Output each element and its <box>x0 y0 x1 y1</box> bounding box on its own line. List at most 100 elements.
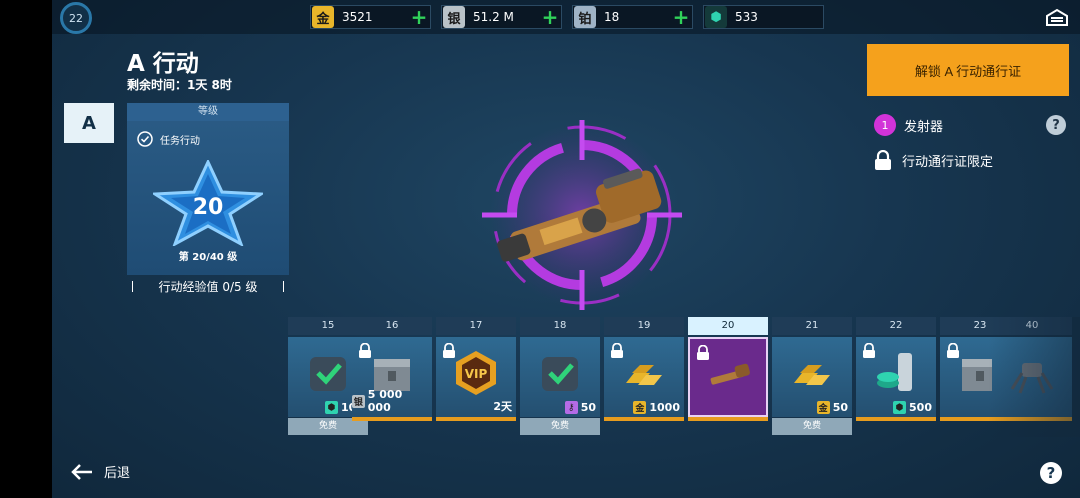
reward-slot-20[interactable]: 20 <box>688 317 768 437</box>
lock-icon <box>611 343 623 358</box>
slot-level-number: 18 <box>520 317 600 335</box>
reward-slot-21[interactable]: 21 金 50 免费 <box>772 317 852 437</box>
slot-premium-bar <box>436 417 516 421</box>
pass-exclusive-label: 行动通行证限定 <box>902 154 994 170</box>
slot-reward-card[interactable]: ⬢ 500 <box>856 337 936 417</box>
currency-gold[interactable]: 金 3521 + <box>310 5 431 29</box>
slot-premium-bar <box>604 417 684 421</box>
add-silver-button[interactable]: + <box>539 6 561 28</box>
pass-exclusive-row: 行动通行证限定 <box>874 150 993 170</box>
reward-track: 15⬢100免费16银5 000 00017VIP2天18⚷50免费19金100… <box>288 317 1080 437</box>
slot-premium-bar <box>856 417 936 421</box>
spider-robot-icon <box>1008 349 1056 397</box>
battle-pass-screen: 22 金 3521 + 银 51.2 M + 铂 18 + ⬢ 533 A 行动… <box>52 0 1080 498</box>
slot-reward-card[interactable] <box>992 337 1072 417</box>
currency-platinum[interactable]: 铂 18 + <box>572 5 693 29</box>
reward-slot-22[interactable]: 22 ⬢ 500 <box>856 317 936 437</box>
platinum-value: 18 <box>604 10 620 24</box>
reward-help-icon[interactable]: ? <box>1046 115 1066 135</box>
level-card: 等级 任务行动 20 第 20/40 级 <box>127 103 289 275</box>
slot-level-number: 40 <box>992 317 1072 335</box>
slot-level-number: 22 <box>856 317 936 335</box>
top-bar: 22 金 3521 + 银 51.2 M + 铂 18 + ⬢ 533 <box>52 0 1080 34</box>
gold-icon: 金 <box>633 401 647 414</box>
mission-label: 任务行动 <box>160 135 200 147</box>
garage-button[interactable] <box>1042 6 1072 28</box>
token-check-icon <box>536 349 584 397</box>
left-system-bar <box>0 0 52 498</box>
vip-icon: VIP <box>452 349 500 397</box>
level-number: 20 <box>192 195 224 220</box>
launcher-weapon-image <box>482 120 682 310</box>
reward-slot-17[interactable]: 17 VIP 2天 <box>436 317 516 437</box>
key-icon: ⬢ <box>893 401 907 414</box>
slot-level-number: 19 <box>604 317 684 335</box>
slot-premium-bar <box>992 417 1072 421</box>
slot-quantity: 金 1000 <box>633 401 680 414</box>
remaining-time: 剩余时间：1天 8时 <box>127 78 232 92</box>
featured-reward-preview <box>452 120 712 310</box>
slot-reward-card[interactable]: 银5 000 000 <box>352 337 432 417</box>
add-gold-button[interactable]: + <box>408 6 430 28</box>
silver-value: 51.2 M <box>473 10 514 24</box>
svg-text:VIP: VIP <box>465 367 488 381</box>
gold-icon: 金 <box>312 6 334 28</box>
back-button[interactable]: 后退 <box>70 462 130 481</box>
key-icon: ⬢ <box>325 401 339 414</box>
silver-icon: 银 <box>352 394 365 408</box>
gold-icon: 金 <box>816 401 830 414</box>
back-label: 后退 <box>104 466 131 481</box>
lock-icon <box>697 345 709 360</box>
slot-reward-card[interactable]: 金 1000 <box>604 337 684 417</box>
reward-count-badge: 1 <box>874 114 896 136</box>
lock-icon <box>863 343 875 358</box>
slot-quantity-value: 2天 <box>493 400 512 413</box>
lock-icon <box>875 150 891 170</box>
launcher-icon <box>706 351 754 399</box>
slot-reward-card[interactable]: ⚷ 50 <box>520 337 600 417</box>
check-circle-icon <box>137 131 153 147</box>
currency-silver[interactable]: 银 51.2 M + <box>441 5 562 29</box>
mission-row: 任务行动 <box>137 131 200 147</box>
slot-level-number: 21 <box>772 317 852 335</box>
slot-quantity-value: 5 000 000 <box>367 388 403 414</box>
reward-slot-19[interactable]: 19 金 1000 <box>604 317 684 437</box>
reward-slot-18[interactable]: 18 ⚷ 50 免费 <box>520 317 600 437</box>
page-title: A 行动 <box>127 51 199 77</box>
slot-quantity-value: 1000 <box>649 401 680 414</box>
slot-quantity: 金 50 <box>816 401 848 414</box>
slot-premium-bar <box>352 417 432 421</box>
keys-value: 533 <box>735 10 758 24</box>
lock-icon <box>443 343 455 358</box>
operation-xp: 行动经验值 0/5 级 <box>132 278 284 295</box>
gold-small-icon <box>788 349 836 397</box>
slot-quantity: ⬢ 500 <box>893 401 932 414</box>
help-icon[interactable]: ? <box>1040 462 1062 484</box>
slot-level-number: 16 <box>352 317 432 335</box>
platinum-icon: 铂 <box>574 6 596 28</box>
slot-quantity-value: 50 <box>580 401 596 414</box>
player-level-badge[interactable]: 22 <box>60 2 92 34</box>
reward-slot-16[interactable]: 16 银 5 000 000 <box>352 317 432 437</box>
garage-icon <box>1046 8 1068 26</box>
slot-level-number: 20 <box>688 317 768 335</box>
currency-keys[interactable]: ⬢ 533 <box>703 5 824 29</box>
gold-value: 3521 <box>342 10 373 24</box>
slot-quantity: 2天 <box>493 398 512 414</box>
slot-quantity-value: 50 <box>832 401 848 414</box>
key-purple-icon: ⚷ <box>564 401 578 414</box>
slot-reward-card[interactable] <box>688 337 768 417</box>
slot-reward-card[interactable]: VIP 2天 <box>436 337 516 417</box>
tier-tab-a[interactable]: A <box>64 103 114 143</box>
add-platinum-button[interactable]: + <box>670 6 692 28</box>
slot-free-label: 免费 <box>772 418 852 435</box>
lock-icon <box>947 343 959 358</box>
unlock-pass-button[interactable]: 解锁 A 行动通行证 <box>867 44 1069 96</box>
gold-bars-icon <box>620 349 668 397</box>
slot-quantity: ⚷ 50 <box>564 401 596 414</box>
reward-slot-40[interactable]: 40 <box>992 317 1072 437</box>
slot-premium-bar <box>688 417 768 421</box>
reward-info-row: 1 发射器 <box>874 114 943 136</box>
slot-reward-card[interactable]: 金 50 <box>772 337 852 417</box>
arrow-left-icon <box>71 463 92 480</box>
